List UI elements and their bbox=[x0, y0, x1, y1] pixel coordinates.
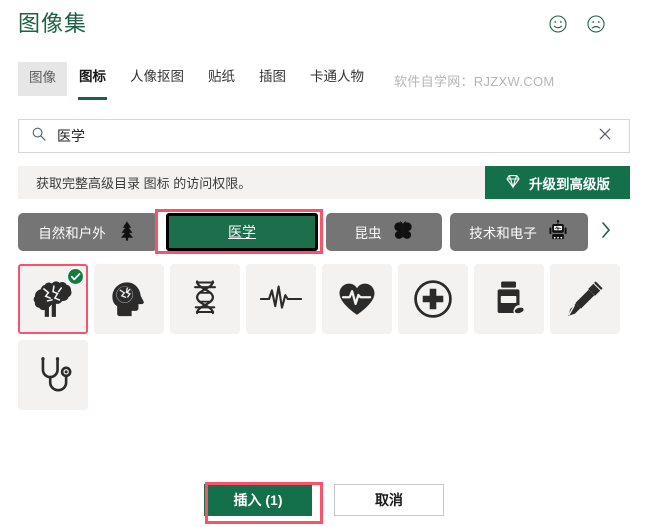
tabstrip: 图像 图标 人像抠图 贴纸 插图 卡通人物 软件自学网：RJZXW.COM bbox=[0, 62, 648, 100]
icon-cell-pill-bottle[interactable] bbox=[474, 264, 544, 334]
chip-label: 昆虫 bbox=[354, 226, 382, 241]
dna-icon bbox=[194, 280, 216, 315]
chip-label: 技术和电子 bbox=[469, 226, 537, 241]
chip-medical[interactable]: 医学 bbox=[166, 213, 318, 251]
chevron-right-icon[interactable] bbox=[596, 219, 614, 246]
chip-nature-outdoors[interactable]: 自然和户外 bbox=[18, 213, 158, 251]
premium-banner-text: 获取完整高级目录 图标 的访问权限。 bbox=[36, 176, 252, 191]
robot-icon bbox=[547, 219, 569, 245]
icon-cell-heart-pulse[interactable] bbox=[322, 264, 392, 334]
close-icon[interactable] bbox=[597, 126, 629, 147]
search-input[interactable] bbox=[47, 121, 597, 151]
chip-label: 医学 bbox=[228, 224, 256, 240]
search-bar[interactable] bbox=[18, 119, 630, 153]
pill-bottle-icon bbox=[497, 281, 525, 316]
gem-icon bbox=[505, 173, 521, 192]
search-icon bbox=[19, 126, 47, 147]
icon-cell-stethoscope[interactable] bbox=[18, 340, 88, 410]
chip-insects[interactable]: 昆虫 bbox=[326, 213, 442, 251]
smiley-happy-icon[interactable] bbox=[548, 14, 568, 34]
tab-images[interactable]: 图像 bbox=[18, 62, 67, 96]
butterfly-icon bbox=[392, 220, 414, 245]
tab-illustrations[interactable]: 插图 bbox=[247, 62, 298, 94]
upgrade-to-premium-button[interactable]: 升级到高级版 bbox=[485, 166, 630, 199]
icon-cell-syringe[interactable] bbox=[550, 264, 620, 334]
insert-button[interactable]: 插入 (1) bbox=[204, 484, 312, 516]
icon-cell-dna[interactable] bbox=[170, 264, 240, 334]
head-brain-icon bbox=[112, 282, 144, 317]
premium-banner: 获取完整高级目录 图标 的访问权限。 升级到高级版 bbox=[18, 166, 630, 199]
dialog-footer: 插入 (1) 取消 bbox=[0, 484, 648, 516]
icon-cell-medical-cross[interactable] bbox=[398, 264, 468, 334]
syringe-icon bbox=[568, 281, 603, 316]
tab-cutout-people[interactable]: 人像抠图 bbox=[118, 62, 196, 94]
icon-cell-brain[interactable] bbox=[18, 264, 88, 334]
smiley-sad-icon[interactable] bbox=[586, 14, 606, 34]
tab-stickers[interactable]: 贴纸 bbox=[196, 62, 247, 94]
upgrade-button-label: 升级到高级版 bbox=[529, 176, 610, 192]
icon-cell-head-brain[interactable] bbox=[94, 264, 164, 334]
heartbeat-line-icon bbox=[259, 285, 303, 309]
medical-cross-icon bbox=[414, 280, 452, 318]
watermark-text: 软件自学网：RJZXW.COM bbox=[394, 74, 555, 89]
icon-results-grid bbox=[18, 264, 632, 410]
feedback-icon-group bbox=[548, 14, 606, 34]
icon-cell-heartbeat-line[interactable] bbox=[246, 264, 316, 334]
stethoscope-icon bbox=[41, 357, 72, 392]
pine-tree-icon bbox=[116, 220, 138, 245]
check-circle-icon bbox=[67, 268, 84, 285]
dialog-header: 图像集 bbox=[0, 0, 648, 50]
category-chip-row: 自然和户外 医学 昆虫 技术和电子 bbox=[18, 212, 648, 252]
cancel-button[interactable]: 取消 bbox=[334, 484, 444, 516]
chip-technology-electronics[interactable]: 技术和电子 bbox=[450, 213, 588, 251]
tab-icons[interactable]: 图标 bbox=[67, 62, 118, 100]
heart-pulse-icon bbox=[339, 283, 375, 315]
chip-label: 自然和户外 bbox=[38, 226, 106, 241]
page-title: 图像集 bbox=[18, 11, 88, 36]
tab-cartoon-people[interactable]: 卡通人物 bbox=[298, 62, 376, 94]
